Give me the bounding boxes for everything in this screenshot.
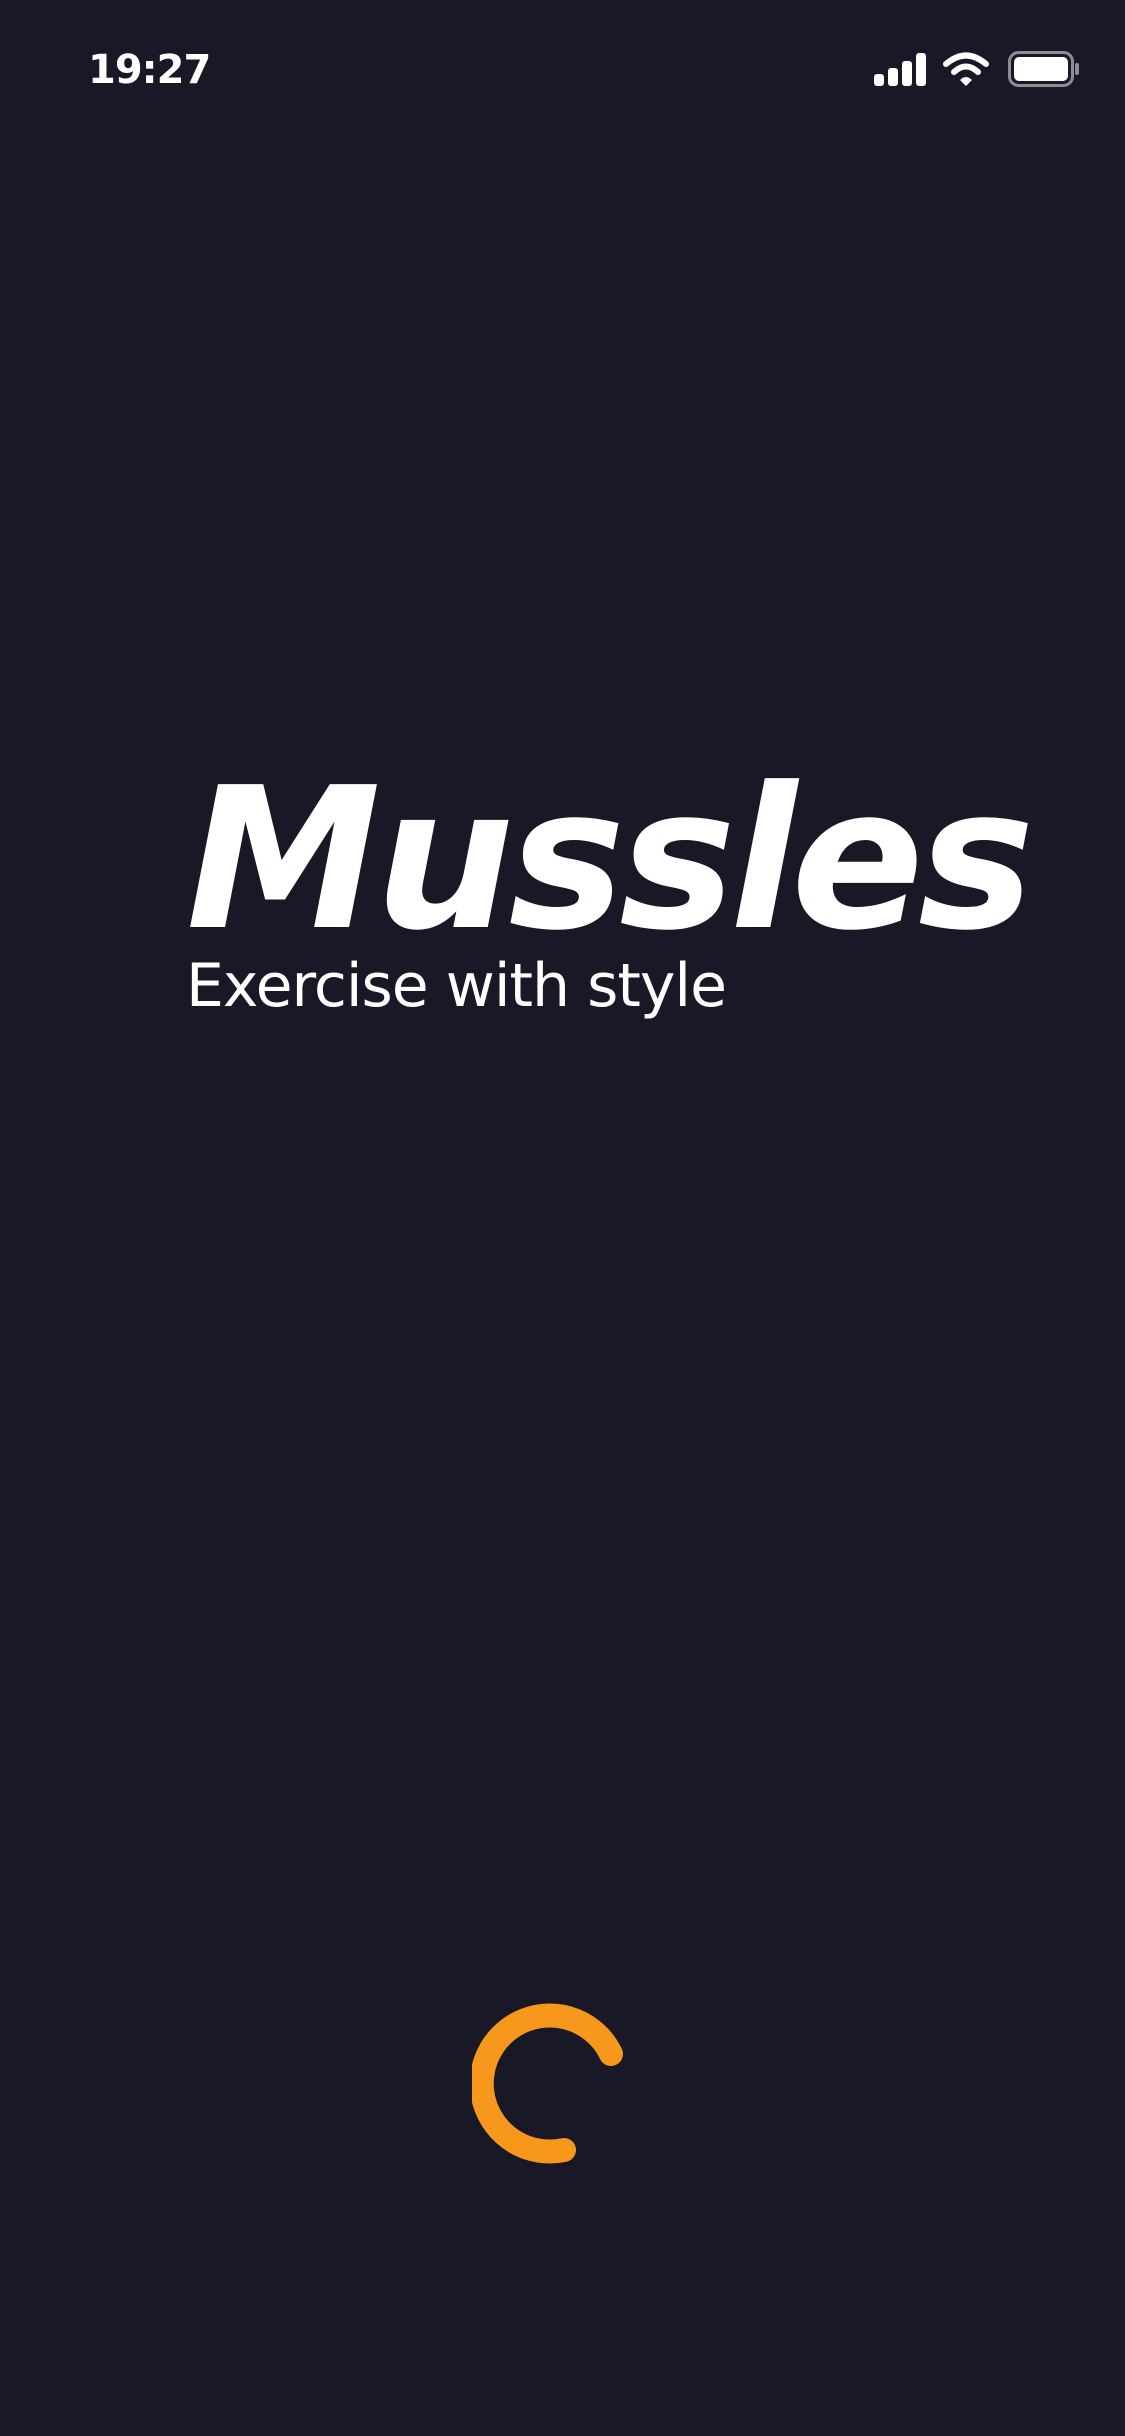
- cellular-signal-icon: [874, 53, 926, 86]
- status-bar: 19:27: [0, 0, 1125, 140]
- brand-block: Mussles Exercise with style: [186, 760, 1086, 1022]
- status-time: 19:27: [88, 47, 211, 93]
- app-title: Mussles: [186, 746, 1035, 974]
- status-icons: [874, 48, 1080, 90]
- battery-icon: [1008, 51, 1079, 87]
- loading-spinner-icon: [472, 2003, 623, 2164]
- wifi-icon: [943, 52, 989, 86]
